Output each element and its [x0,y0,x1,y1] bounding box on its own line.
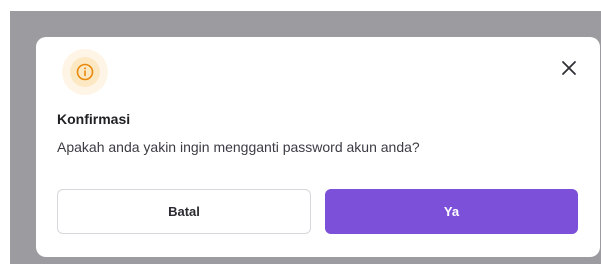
info-icon-container [70,57,100,87]
confirm-button-label: Ya [443,204,460,219]
cancel-button-label: Batal [168,204,200,219]
confirmation-dialog: Konfirmasi Apakah anda yakin ingin mengg… [36,37,600,257]
info-icon [76,63,94,81]
cancel-button[interactable]: Batal [57,189,311,234]
confirm-button[interactable]: Ya [325,189,578,234]
dialog-title: Konfirmasi [57,111,131,127]
close-button[interactable] [560,59,578,77]
close-icon [562,61,576,75]
dialog-message: Apakah anda yakin ingin mengganti passwo… [57,139,420,155]
info-badge [62,49,108,95]
